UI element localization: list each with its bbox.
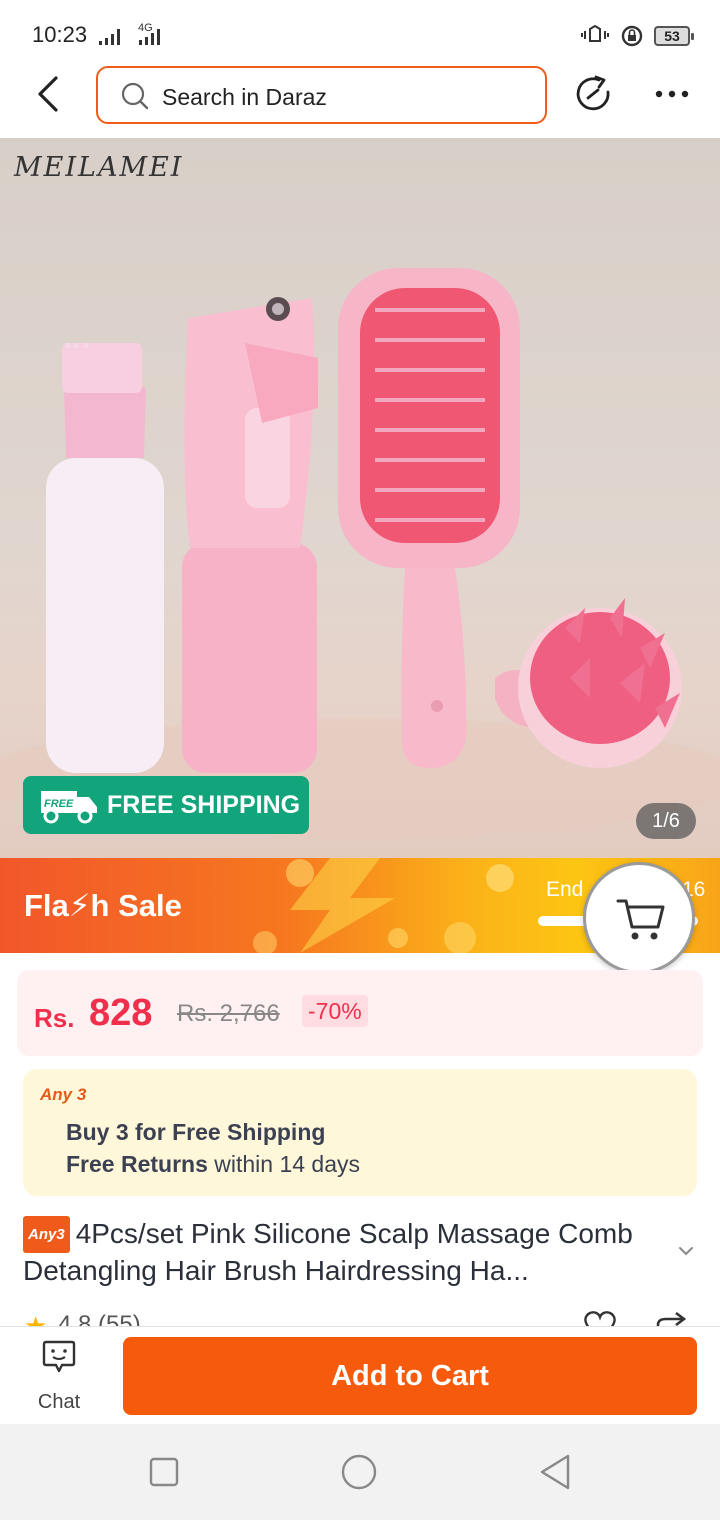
heart-icon[interactable] [580,1309,620,1327]
signal-icon [99,29,120,45]
chat-icon [42,1340,76,1373]
delivery-truck-icon: FREE [41,791,97,824]
home-icon[interactable] [340,1453,378,1491]
battery-indicator: 53 [654,26,694,46]
promo-line-2: Free Returns within 14 days [66,1151,360,1178]
price-currency: Rs. [34,1003,75,1033]
add-to-cart-button[interactable]: Add to Cart [123,1337,697,1415]
recent-apps-icon[interactable] [148,1456,180,1488]
signal-icon-2 [139,29,160,45]
search-bar[interactable]: Search in Daraz [96,66,547,124]
alarm-icon [621,25,643,47]
current-price: 828 [89,992,153,1034]
rating-row: ★ 4.8 (55) [0,1305,720,1327]
price-section: Rs. 828 Rs. 2,766 -70% [17,970,703,1056]
cart-icon [616,899,665,940]
rating-text: 4.8 (55) [58,1311,141,1327]
promo-line-2-bold: Free Returns [66,1151,208,1177]
any3-badge: Any3 [23,1216,70,1253]
promotion-box[interactable]: Any 3 Buy 3 for Free Shipping Free Retur… [23,1069,697,1196]
back-nav-icon[interactable] [538,1453,574,1491]
image-counter: 1/6 [636,803,696,839]
flash-sale-ends-label: End [546,878,584,901]
more-options-icon[interactable] [654,84,690,104]
share-icon[interactable] [654,1309,690,1327]
bottom-action-bar: Chat Add to Cart [0,1326,720,1424]
free-shipping-text: FREE SHIPPING [107,790,301,819]
back-arrow-icon[interactable] [30,74,70,114]
status-bar: 10:23 4G 53 [0,0,720,62]
status-time: 10:23 [32,22,88,47]
chevron-down-icon[interactable] [676,1241,696,1261]
refresh-share-icon[interactable] [574,74,614,114]
top-header: Search in Daraz [0,62,720,138]
system-navigation-bar [0,1424,720,1520]
chat-button[interactable]: Chat [26,1339,92,1417]
product-photo [0,268,720,838]
product-image-gallery[interactable]: MEILAMEI FREE FREE SHIPPING 1/6 [0,138,720,858]
search-placeholder: Search in Daraz [162,84,327,110]
chat-label: Chat [37,1391,81,1413]
free-tag-text: FREE [44,798,74,810]
product-title-text: 4Pcs/set Pink Silicone Scalp Massage Com… [23,1218,633,1286]
star-icon: ★ [24,1311,48,1327]
product-title[interactable]: Any3 4Pcs/set Pink Silicone Scalp Massage… [23,1216,673,1288]
original-price: Rs. 2,766 [177,1000,280,1027]
vibrate-icon [581,25,609,42]
search-icon [121,82,149,110]
discount-badge: -70% [302,995,368,1027]
promo-tag: Any 3 [40,1085,87,1104]
promo-line-2-rest: within 14 days [207,1151,361,1177]
flash-sale-title: Fla⚡h Sale [24,888,182,923]
free-shipping-badge: FREE FREE SHIPPING [23,776,309,834]
promo-line-1: Buy 3 for Free Shipping [66,1119,326,1145]
floating-cart-button[interactable] [583,862,695,974]
